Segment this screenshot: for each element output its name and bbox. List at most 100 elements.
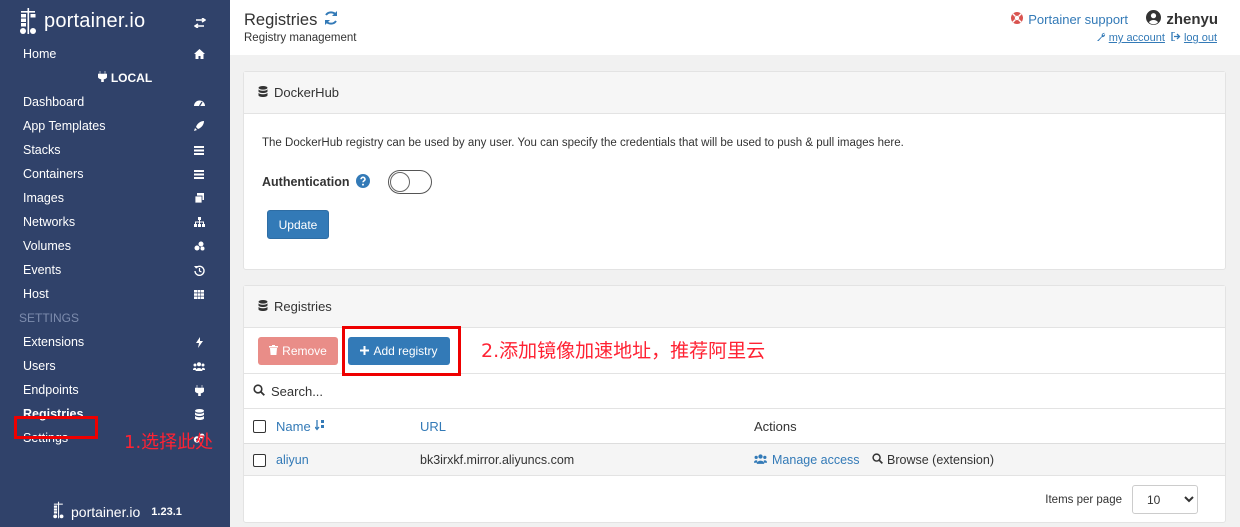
- registry-url: bk3irxkf.mirror.aliyuncs.com: [420, 453, 575, 467]
- dockerhub-panel-header: DockerHub: [244, 72, 1225, 114]
- sidebar-item-volumes[interactable]: Volumes: [0, 234, 230, 258]
- registries-panel-header: Registries: [244, 286, 1225, 328]
- th-icon: [192, 289, 206, 299]
- manage-access-link[interactable]: Manage access: [753, 453, 860, 467]
- sidebar-item-host[interactable]: Host: [0, 282, 230, 306]
- remove-button[interactable]: Remove: [258, 337, 338, 365]
- database-icon: [192, 408, 206, 420]
- users-icon: [192, 361, 206, 371]
- registry-name-link[interactable]: aliyun: [276, 453, 309, 467]
- clone-icon: [192, 193, 206, 203]
- portainer-logo-icon: [18, 8, 40, 34]
- sidebar-item-users[interactable]: Users: [0, 354, 230, 378]
- user-menu: zhenyu: [1146, 10, 1218, 29]
- authentication-toggle[interactable]: [387, 170, 432, 194]
- page-header: Registries Registry management Portainer…: [230, 0, 1240, 55]
- sidebar-item-label: Extensions: [23, 335, 85, 349]
- page-title: Registries: [244, 10, 339, 31]
- column-header-name[interactable]: Name: [276, 419, 325, 434]
- refresh-icon[interactable]: [323, 10, 339, 31]
- table-row: aliyun bk3irxkf.mirror.aliyuncs.com Mana…: [244, 444, 1225, 476]
- annotation-step-1: 1.选择此处: [124, 432, 214, 453]
- account-links: my account log out: [1096, 31, 1217, 44]
- annotation-step-2: 2.添加镜像加速地址，推荐阿里云: [481, 340, 766, 362]
- manage-access-label: Manage access: [772, 453, 860, 467]
- sort-alpha-down-icon: [314, 419, 325, 434]
- endpoint-name: LOCAL: [110, 71, 153, 85]
- users-icon: [753, 453, 768, 467]
- sidebar-item-label: Host: [23, 287, 49, 301]
- column-header-actions: Actions: [754, 419, 797, 434]
- question-circle-icon[interactable]: [355, 173, 370, 191]
- support-label: Portainer support: [1028, 12, 1128, 27]
- sidebar-item-images[interactable]: Images: [0, 186, 230, 210]
- sidebar-item-app-templates[interactable]: App Templates: [0, 114, 230, 138]
- bolt-icon: [192, 336, 206, 348]
- sidebar-item-label: Endpoints: [23, 383, 79, 397]
- sidebar-item-events[interactable]: Events: [0, 258, 230, 282]
- life-ring-icon: [1011, 12, 1024, 27]
- sidebar-item-stacks[interactable]: Stacks: [0, 138, 230, 162]
- sidebar-item-label: Dashboard: [23, 95, 85, 109]
- highlight-box-add-registry: [342, 326, 461, 376]
- sidebar-item-home[interactable]: Home: [0, 42, 230, 66]
- sidebar-item-label: Users: [23, 359, 56, 373]
- update-button[interactable]: Update: [267, 210, 329, 239]
- highlight-box-registries: [14, 416, 98, 439]
- page-title-text: Registries: [244, 11, 318, 29]
- items-per-page-label: Items per page: [1045, 493, 1122, 506]
- dockerhub-description: The DockerHub registry can be used by an…: [262, 137, 904, 149]
- sign-out-icon: [1171, 31, 1181, 44]
- tachometer-icon: [192, 98, 206, 107]
- sidebar-toggle-icon[interactable]: [193, 16, 207, 31]
- search-icon: [253, 383, 265, 399]
- brand[interactable]: portainer.io: [0, 0, 230, 42]
- database-icon: [258, 299, 268, 314]
- column-header-url[interactable]: URL: [420, 419, 446, 434]
- log-out-link[interactable]: log out: [1171, 31, 1217, 44]
- search-icon: [872, 453, 883, 467]
- authentication-label: Authentication: [262, 175, 350, 189]
- plug-icon: [192, 384, 206, 396]
- rocket-icon: [192, 121, 206, 131]
- registries-toolbar: Remove Add registry 2.添加镜像加速地址，推荐阿里云: [244, 326, 1225, 376]
- version-label: 1.23.1: [151, 505, 182, 518]
- sidebar-item-containers[interactable]: Containers: [0, 162, 230, 186]
- search-bar: [244, 374, 1225, 409]
- sidebar-item-label: App Templates: [23, 119, 106, 133]
- sidebar: portainer.io Home LOCAL Dashboard App Te…: [0, 0, 230, 527]
- dockerhub-panel: DockerHub The DockerHub registry can be …: [243, 71, 1226, 270]
- my-account-label: my account: [1108, 32, 1165, 44]
- registries-title: Registries: [274, 299, 332, 314]
- browse-extension-link[interactable]: Browse (extension): [872, 453, 994, 467]
- sidebar-item-networks[interactable]: Networks: [0, 210, 230, 234]
- sidebar-item-label: Volumes: [23, 239, 71, 253]
- database-icon: [258, 85, 268, 100]
- select-all-checkbox[interactable]: [253, 420, 266, 433]
- username: zhenyu: [1166, 11, 1218, 28]
- sidebar-item-dashboard[interactable]: Dashboard: [0, 90, 230, 114]
- history-icon: [192, 265, 206, 276]
- footer-brand: portainer.io 1.23.1: [52, 501, 182, 522]
- row-checkbox[interactable]: [253, 454, 266, 467]
- footer-brand-name: portainer.io: [71, 503, 141, 520]
- items-per-page-select[interactable]: 10: [1132, 485, 1198, 514]
- sidebar-item-label: Stacks: [23, 143, 61, 157]
- portainer-logo-icon: [52, 501, 66, 522]
- sidebar-item-label: Images: [23, 191, 64, 205]
- plug-icon: [97, 71, 108, 85]
- support-link[interactable]: Portainer support: [1011, 12, 1128, 27]
- remove-label: Remove: [282, 344, 327, 358]
- brand-name: portainer.io: [44, 9, 146, 32]
- dockerhub-title: DockerHub: [274, 85, 340, 100]
- pagination-controls: Items per page 10: [1045, 485, 1198, 514]
- sidebar-item-endpoints[interactable]: Endpoints: [0, 378, 230, 402]
- column-header-name-label: Name: [276, 419, 311, 434]
- sidebar-item-extensions[interactable]: Extensions: [0, 330, 230, 354]
- sidebar-item-label: Networks: [23, 215, 76, 229]
- sidebar-item-label: Containers: [23, 167, 84, 181]
- sidebar-item-label: Home: [23, 47, 57, 61]
- search-input[interactable]: [271, 383, 571, 399]
- my-account-link[interactable]: my account: [1096, 32, 1165, 44]
- browse-extension-label: Browse (extension): [887, 453, 994, 467]
